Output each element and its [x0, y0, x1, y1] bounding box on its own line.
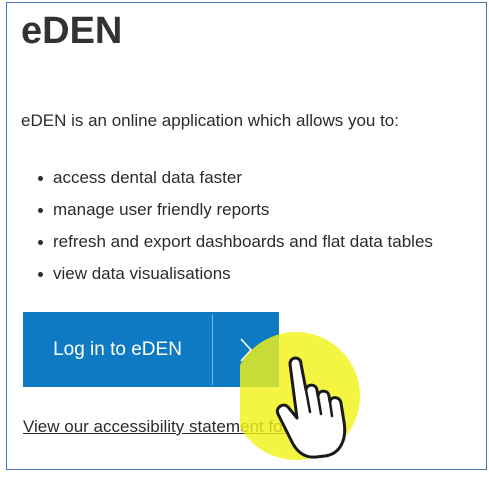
page-title: eDEN	[21, 10, 123, 52]
login-button-label: Log in to eDEN	[53, 338, 182, 360]
feature-list: access dental data faster manage user fr…	[21, 167, 433, 295]
accessibility-statement-link[interactable]: View our accessibility statement for eDE…	[23, 417, 338, 437]
chevron-right-icon	[213, 312, 279, 387]
bullet-icon	[38, 208, 43, 213]
bullet-icon	[38, 176, 43, 181]
bullet-icon	[38, 240, 43, 245]
feature-text: access dental data faster	[53, 168, 243, 187]
login-button[interactable]: Log in to eDEN	[23, 312, 279, 387]
feature-text: refresh and export dashboards and flat d…	[53, 232, 433, 251]
content-panel: eDEN eDEN is an online application which…	[6, 2, 487, 470]
feature-text: manage user friendly reports	[53, 200, 270, 219]
bullet-icon	[38, 272, 43, 277]
list-item: refresh and export dashboards and flat d…	[21, 231, 433, 263]
intro-text: eDEN is an online application which allo…	[21, 111, 399, 130]
list-item: view data visualisations	[21, 263, 433, 295]
list-item: manage user friendly reports	[21, 199, 433, 231]
list-item: access dental data faster	[21, 167, 433, 199]
feature-text: view data visualisations	[53, 264, 231, 283]
